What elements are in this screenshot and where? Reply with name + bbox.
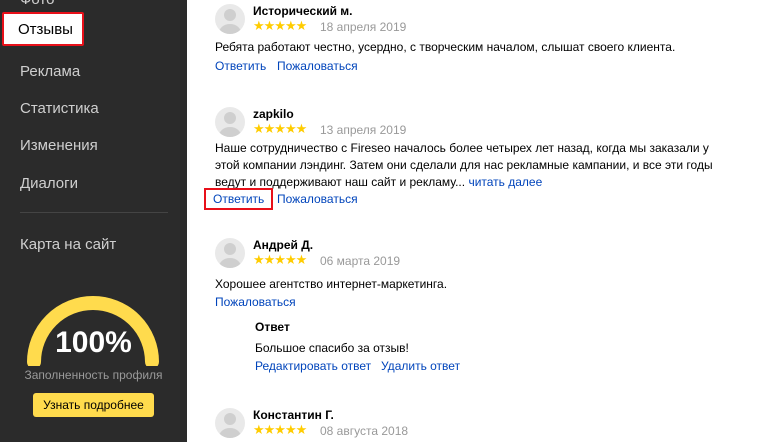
review-date: 13 апреля 2019 bbox=[320, 123, 407, 137]
rating-stars: ★★★★★ bbox=[253, 18, 307, 33]
user-silhouette-icon bbox=[219, 413, 241, 438]
review-item: Исторический м. ★★★★★ 18 апреля 2019 Реб… bbox=[215, 4, 775, 79]
learn-more-button[interactable]: Узнать подробнее bbox=[33, 393, 154, 417]
answer-title: Ответ bbox=[255, 320, 290, 334]
rating-stars: ★★★★★ bbox=[253, 121, 307, 136]
sidebar-item-changes[interactable]: Изменения bbox=[20, 137, 98, 154]
answer-text: Большое спасибо за отзыв! bbox=[255, 341, 409, 355]
review-date: 06 марта 2019 bbox=[320, 254, 401, 268]
review-date: 08 августа 2018 bbox=[320, 424, 409, 438]
sidebar-item-reviews[interactable]: Отзывы bbox=[2, 12, 84, 46]
user-silhouette-icon bbox=[219, 9, 241, 34]
review-text-line: этой компании лэндинг. Затем они сделали… bbox=[215, 158, 713, 172]
review-text: Хорошее агентство интернет-маркетинга. bbox=[215, 277, 448, 291]
complain-link[interactable]: Пожаловаться bbox=[277, 59, 358, 73]
review-text-line: Наше сотрудничество с Fireseo началось б… bbox=[215, 141, 709, 155]
sidebar-item-ads[interactable]: Реклама bbox=[20, 63, 80, 80]
profile-completion-percent: 100% bbox=[55, 326, 132, 359]
edit-answer-link[interactable]: Редактировать ответ bbox=[255, 359, 371, 373]
review-author: Исторический м. bbox=[253, 4, 353, 18]
review-text: Ребята работают честно, усердно, с творч… bbox=[215, 40, 676, 54]
read-more-link[interactable]: читать далее bbox=[468, 175, 542, 189]
sidebar-item-dialogs[interactable]: Диалоги bbox=[20, 175, 78, 192]
rating-stars: ★★★★★ bbox=[253, 252, 307, 267]
sidebar-item-label: Отзывы bbox=[18, 20, 73, 38]
rating-stars: ★★★★★ bbox=[253, 422, 307, 437]
avatar bbox=[215, 107, 245, 137]
review-author: zapkilo bbox=[253, 107, 294, 121]
profile-completion-caption: Заполненность профиля bbox=[24, 368, 163, 382]
review-author: Константин Г. bbox=[253, 408, 334, 422]
review-text-line: ведут и поддерживают наш сайт и рекламу.… bbox=[215, 174, 775, 191]
review-item: zapkilo ★★★★★ 13 апреля 2019 Наше сотруд… bbox=[204, 107, 775, 212]
avatar bbox=[215, 4, 245, 34]
sidebar-item-map-widget[interactable]: Карта на сайт bbox=[20, 236, 116, 253]
review-item: Константин Г. ★★★★★ 08 августа 2018 bbox=[215, 408, 775, 442]
review-text-tail: ведут и поддерживают наш сайт и рекламу.… bbox=[215, 175, 466, 189]
user-silhouette-icon bbox=[219, 243, 241, 268]
avatar bbox=[215, 408, 245, 438]
sidebar: Фото Отзывы Реклама Статистика Изменения… bbox=[0, 0, 187, 442]
sidebar-divider bbox=[20, 212, 168, 213]
delete-answer-link[interactable]: Удалить ответ bbox=[381, 359, 460, 373]
avatar bbox=[215, 238, 245, 268]
user-silhouette-icon bbox=[219, 112, 241, 137]
sidebar-item-photo[interactable]: Фото bbox=[20, 0, 54, 8]
review-text: Наше сотрудничество с Fireseo началось б… bbox=[215, 140, 775, 191]
review-author: Андрей Д. bbox=[253, 238, 314, 252]
sidebar-item-statistics[interactable]: Статистика bbox=[20, 100, 99, 117]
reply-link[interactable]: Ответить bbox=[204, 188, 274, 210]
review-item: Андрей Д. ★★★★★ 06 марта 2019 Хорошее аг… bbox=[215, 238, 775, 378]
complain-link[interactable]: Пожаловаться bbox=[215, 295, 296, 309]
reply-link[interactable]: Ответить bbox=[215, 59, 266, 73]
complain-link[interactable]: Пожаловаться bbox=[277, 192, 358, 206]
review-date: 18 апреля 2019 bbox=[320, 20, 407, 34]
